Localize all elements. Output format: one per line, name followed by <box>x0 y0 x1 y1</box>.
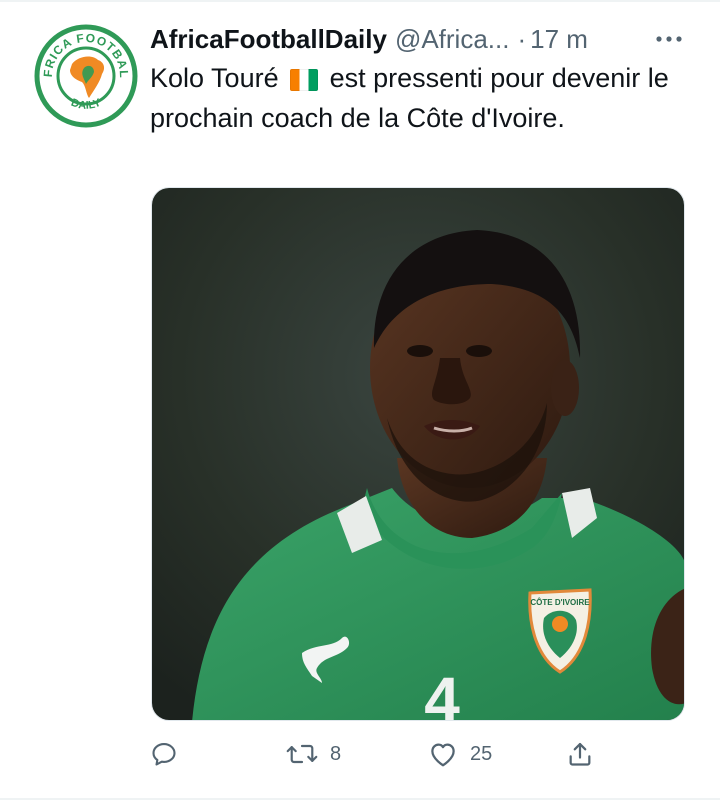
bottom-divider <box>0 798 720 800</box>
avatar-logo: AFRICA FOOTBALL DAILY <box>34 24 138 128</box>
timestamp[interactable]: 17 m <box>530 24 588 55</box>
retweet-icon <box>286 744 318 764</box>
share-button[interactable] <box>566 734 594 774</box>
retweet-count: 8 <box>330 742 342 765</box>
tweet-text-before-flag: Kolo Touré <box>150 63 279 93</box>
crest-text: CÔTE D'IVOIRE <box>530 598 590 607</box>
handle[interactable]: @Africa... <box>395 24 510 55</box>
display-name[interactable]: AfricaFootballDaily <box>150 24 387 55</box>
retweet-button[interactable]: 8 <box>286 734 341 774</box>
more-options-icon[interactable] <box>654 24 684 54</box>
heart-icon <box>431 743 455 767</box>
tweet-header: AfricaFootballDaily @Africa... · 17 m <box>150 22 690 56</box>
separator: · <box>517 23 527 54</box>
like-button[interactable]: 25 <box>428 734 492 774</box>
tweet-photo[interactable]: CÔTE D'IVOIRE 4 <box>151 187 685 721</box>
tweet-text: Kolo Touré est pressenti pour devenir le… <box>150 58 670 138</box>
top-divider <box>0 0 720 2</box>
like-count: 25 <box>470 742 493 765</box>
reply-button[interactable] <box>150 734 178 774</box>
cote-divoire-flag-icon <box>290 69 319 91</box>
avatar[interactable]: AFRICA FOOTBALL DAILY <box>34 24 138 128</box>
player-photo: CÔTE D'IVOIRE 4 <box>152 188 684 721</box>
action-bar: 8 25 <box>150 734 710 774</box>
share-icon <box>569 742 591 766</box>
shirt-number: 4 <box>424 664 460 721</box>
reply-icon <box>152 743 176 766</box>
